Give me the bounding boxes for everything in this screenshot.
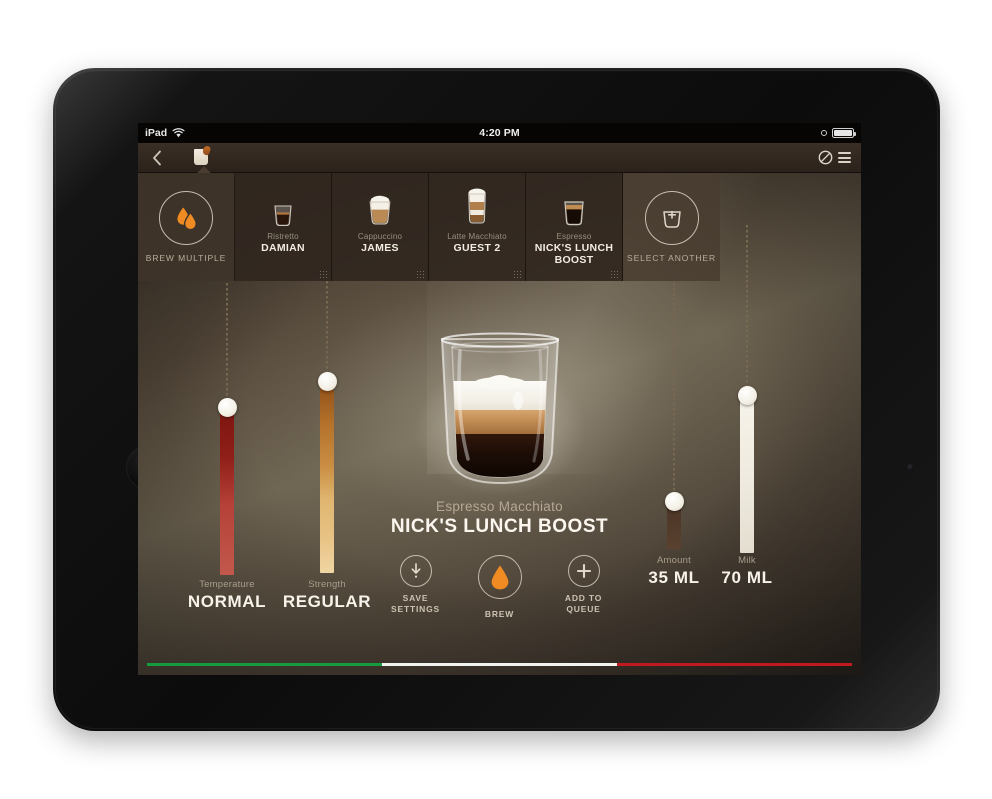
strength-slider-knob[interactable]	[317, 372, 337, 391]
carousel-item-name: GUEST 2	[453, 242, 501, 254]
drink-name-label: NICK'S LUNCH BOOST	[390, 516, 609, 537]
italian-flag-bar	[147, 663, 852, 666]
cappuccino-cup-icon	[363, 173, 397, 231]
brew-button[interactable]: BREW	[467, 555, 533, 619]
back-chevron-icon[interactable]	[148, 149, 166, 167]
carousel-item-type: Espresso	[556, 232, 592, 241]
slider-track	[226, 283, 228, 401]
latte-macchiato-glass-icon	[462, 173, 492, 231]
battery-fill	[834, 130, 852, 136]
coffee-bean-icon[interactable]	[818, 150, 833, 165]
drink-type-label: Espresso Macchiato	[436, 499, 563, 514]
hamburger-menu-icon[interactable]	[838, 152, 851, 163]
save-settings-label-line2: SETTINGS	[391, 604, 440, 614]
carousel-item-name: DAMIAN	[261, 242, 305, 254]
slider-fill-strength	[320, 381, 334, 573]
ios-status-bar: iPad 4:20 PM	[138, 123, 861, 143]
milk-slider-knob[interactable]	[737, 386, 757, 405]
flag-stripe-red	[617, 663, 852, 666]
app-main-body: BREW MULTIPLE Ristretto DAMIAN Cappuccin…	[138, 173, 861, 675]
double-drop-icon	[159, 190, 213, 245]
ristretto-cup-icon	[268, 173, 298, 231]
menu-line	[838, 161, 851, 163]
carousel-item-nicks-lunch-boost[interactable]: Espresso NICK'S LUNCH BOOST	[526, 173, 623, 281]
carousel-item-name: JAMES	[361, 242, 399, 254]
app-nav-bar	[138, 143, 861, 173]
slider-track	[673, 283, 675, 495]
save-settings-button[interactable]: SAVE SETTINGS	[383, 555, 449, 614]
flag-stripe-green	[147, 663, 382, 666]
add-to-queue-label-line2: QUEUE	[566, 604, 601, 614]
carousel-item-type: Ristretto	[267, 232, 299, 241]
cup-glyph	[194, 149, 208, 165]
nav-bar-right-controls	[818, 150, 851, 165]
status-bar-clock: 4:20 PM	[479, 127, 520, 139]
drink-title-block: Espresso Macchiato NICK'S LUNCH BOOST	[138, 499, 861, 538]
action-button-row: SAVE SETTINGS BREW ADD TO QUEUE	[138, 555, 861, 619]
slider-track	[326, 281, 328, 373]
add-to-queue-label-line1: ADD TO	[564, 593, 603, 603]
save-settings-label-line1: SAVE	[402, 593, 429, 603]
ipad-device-frame: iPad 4:20 PM BREW MULTIPLE Ristretto DAM…	[53, 68, 940, 731]
download-icon	[399, 555, 432, 587]
carousel-item-damian[interactable]: Ristretto DAMIAN	[235, 173, 332, 281]
carousel-item-type: Latte Macchiato	[447, 232, 507, 241]
battery-icon	[832, 128, 856, 138]
carousel-item-guest-2[interactable]: Latte Macchiato GUEST 2	[429, 173, 526, 281]
front-camera	[907, 464, 914, 471]
status-bar-right	[821, 128, 856, 138]
espresso-cup-icon	[558, 173, 590, 231]
ipad-screen: iPad 4:20 PM BREW MULTIPLE Ristretto DAM…	[138, 123, 861, 675]
add-to-queue-button[interactable]: ADD TO QUEUE	[551, 555, 617, 614]
flag-stripe-white	[382, 663, 617, 666]
temperature-slider-knob[interactable]	[217, 398, 237, 417]
drag-handle-icon[interactable]	[610, 270, 618, 278]
plus-icon	[567, 555, 600, 587]
drop-icon	[477, 555, 522, 599]
add-cup-icon	[644, 190, 699, 245]
drag-handle-icon[interactable]	[416, 270, 424, 278]
brew-multiple-label: BREW MULTIPLE	[145, 252, 227, 263]
drag-handle-icon[interactable]	[319, 270, 327, 278]
menu-line	[838, 152, 851, 154]
double-wall-glass-icon	[430, 325, 570, 491]
drag-handle-icon[interactable]	[513, 270, 521, 278]
carousel-item-type: Cappuccino	[357, 232, 403, 241]
brew-label: BREW	[484, 609, 515, 619]
carousel-item-james[interactable]: Cappuccino JAMES	[332, 173, 429, 281]
nav-tab-pointer	[197, 166, 211, 173]
bluetooth-icon	[821, 130, 827, 136]
carousel-item-name: NICK'S LUNCH BOOST	[534, 242, 614, 266]
select-another-button[interactable]: SELECT ANOTHER	[623, 173, 720, 281]
drink-carousel: BREW MULTIPLE Ristretto DAMIAN Cappuccin…	[138, 173, 861, 281]
carousel-spacer	[720, 173, 861, 281]
slider-fill-temperature	[220, 407, 234, 575]
menu-line	[838, 156, 851, 159]
select-another-label: SELECT ANOTHER	[627, 252, 716, 263]
brew-multiple-button[interactable]: BREW MULTIPLE	[138, 173, 235, 281]
